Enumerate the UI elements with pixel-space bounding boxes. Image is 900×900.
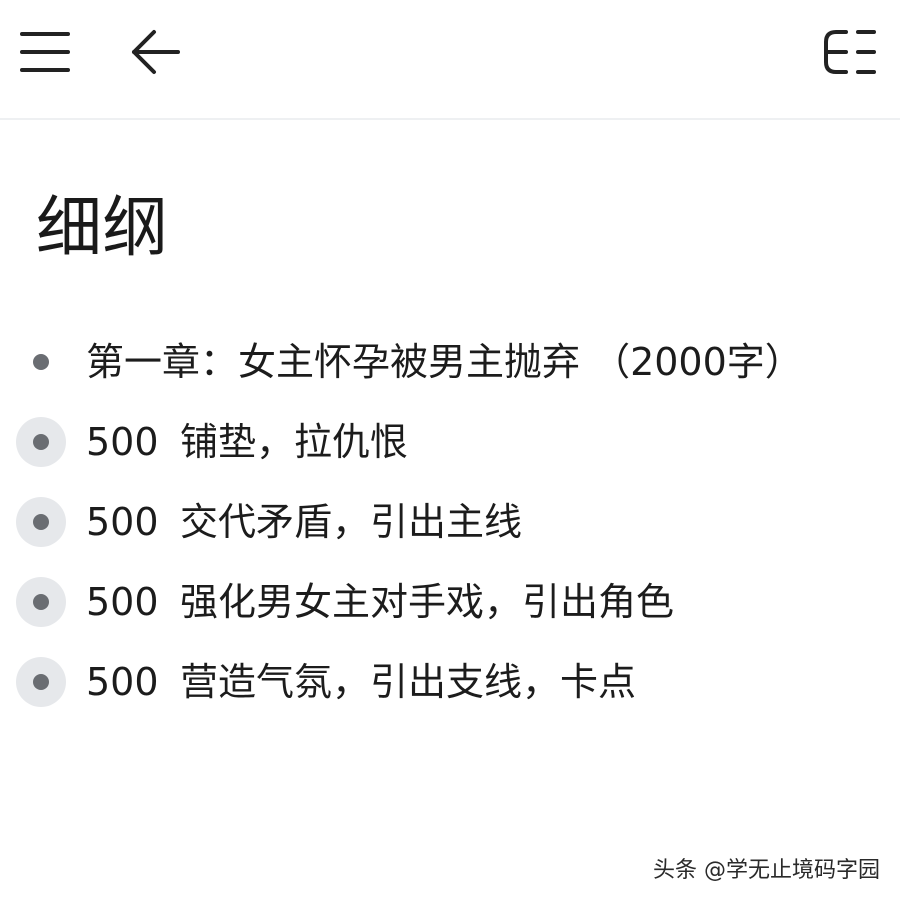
outline-item-text: 交代矛盾，引出主线 xyxy=(180,500,523,544)
outline-item[interactable]: 500 交代矛盾，引出主线 xyxy=(0,482,900,562)
outline-item[interactable]: 500 铺垫，拉仇恨 xyxy=(0,402,900,482)
outline-item-text: 营造气氛，引出支线，卡点 xyxy=(180,660,637,704)
word-count: 500 xyxy=(86,420,159,464)
outline-item[interactable]: 500 营造气氛，引出支线，卡点 xyxy=(0,642,900,722)
arrow-left-icon[interactable] xyxy=(128,24,184,80)
outline-item-text: 铺垫，拉仇恨 xyxy=(180,420,409,464)
menu-icon[interactable] xyxy=(18,24,74,80)
outline-item-content: 500 营造气氛，引出支线，卡点 xyxy=(86,642,636,722)
word-count: 500 xyxy=(86,660,159,704)
page: 细纲 第一章：女主怀孕被男主抛弃 （2000字） 500 铺垫，拉仇恨 500 交代… xyxy=(0,0,900,900)
top-toolbar xyxy=(0,0,900,120)
document-title: 细纲 xyxy=(36,189,168,266)
bullet-icon xyxy=(16,337,66,387)
bullet-icon[interactable] xyxy=(16,497,66,547)
word-count: 500 xyxy=(86,580,159,624)
outline-toc-icon[interactable] xyxy=(820,24,880,80)
bullet-icon[interactable] xyxy=(16,657,66,707)
bullet-icon[interactable] xyxy=(16,417,66,467)
outline-item-text: 第一章：女主怀孕被男主抛弃 （2000字） xyxy=(86,340,803,384)
outline-item-content: 500 交代矛盾，引出主线 xyxy=(86,482,522,562)
outline-item-content: 500 强化男女主对手戏，引出角色 xyxy=(86,562,674,642)
word-count: 500 xyxy=(86,500,159,544)
bullet-icon[interactable] xyxy=(16,577,66,627)
watermark: 头条 @学无止境码字园 xyxy=(653,858,880,883)
outline-item[interactable]: 第一章：女主怀孕被男主抛弃 （2000字） xyxy=(0,322,900,402)
outline-item-text: 强化男女主对手戏，引出角色 xyxy=(180,580,675,624)
outline-item[interactable]: 500 强化男女主对手戏，引出角色 xyxy=(0,562,900,642)
outline-list: 第一章：女主怀孕被男主抛弃 （2000字） 500 铺垫，拉仇恨 500 交代矛盾，… xyxy=(0,322,900,722)
outline-item-content: 500 铺垫，拉仇恨 xyxy=(86,402,408,482)
